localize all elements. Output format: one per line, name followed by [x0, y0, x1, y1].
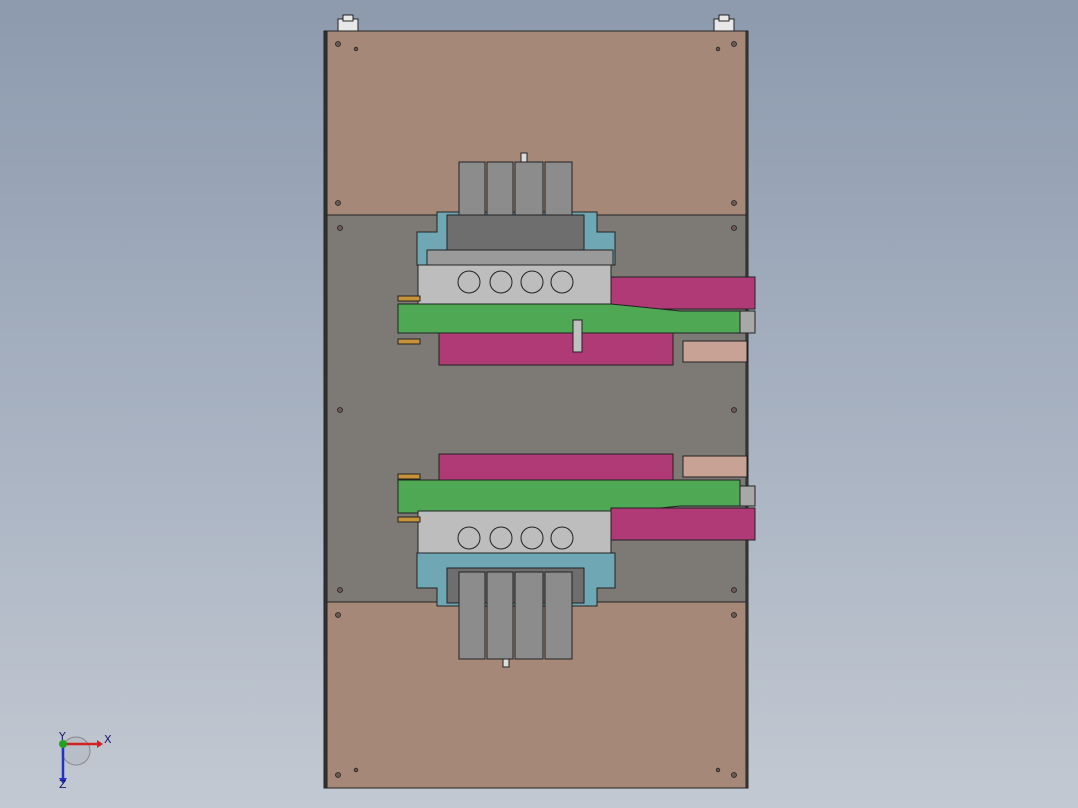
cad-viewport[interactable] [0, 0, 1078, 808]
lower-slider-1 [458, 571, 486, 660]
mold-assembly [323, 30, 749, 789]
coordinate-triad [59, 736, 103, 784]
lower-magenta-wedge [610, 507, 756, 541]
upper-pink-block [682, 340, 748, 363]
left-rail [323, 30, 328, 789]
lower-slider-2 [486, 571, 514, 660]
lifting-lug-left [337, 14, 359, 32]
upper-magenta-lower [438, 332, 674, 366]
lower-stop-1 [397, 473, 421, 480]
lower-stop-2 [397, 516, 421, 523]
triad-z-label: Z [59, 778, 67, 791]
upper-magenta-wedge [610, 276, 756, 310]
lower-slider-4 [544, 571, 573, 660]
upper-pin [520, 152, 528, 163]
triad-origin [61, 736, 91, 766]
upper-small-insert [572, 319, 583, 353]
lower-slider-3 [514, 571, 544, 660]
upper-stop-1 [397, 295, 421, 302]
lower-pink-block [682, 455, 748, 478]
upper-gray-bar [426, 249, 614, 266]
lower-core-block [417, 510, 612, 554]
triad-y-label: Y [59, 730, 66, 743]
lifting-lug-right [713, 14, 735, 32]
right-rail [745, 30, 749, 789]
upper-core-block [417, 264, 612, 308]
triad-x-arrow-icon [97, 740, 103, 748]
upper-inner-plate [446, 214, 585, 251]
lower-pin [502, 658, 510, 668]
lower-gray-end [739, 485, 756, 507]
upper-gray-end [739, 310, 756, 334]
triad-x-label: X [104, 733, 112, 746]
upper-stop-2 [397, 338, 421, 345]
